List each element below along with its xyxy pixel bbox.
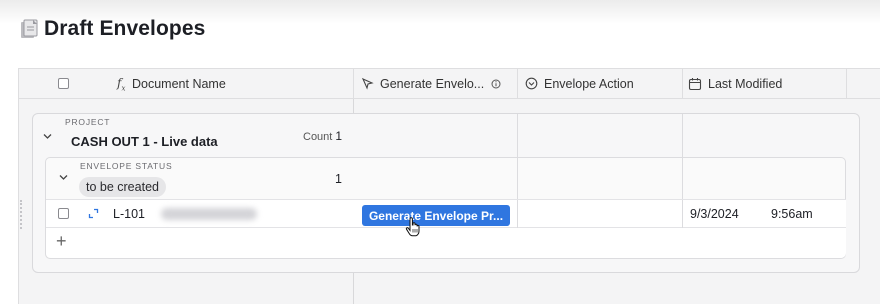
info-icon[interactable] bbox=[491, 79, 501, 89]
page-title: Draft Envelopes bbox=[44, 17, 206, 40]
column-envelope-action[interactable]: Envelope Action bbox=[518, 69, 683, 98]
document-page-icon bbox=[21, 19, 38, 38]
add-row[interactable]: + bbox=[46, 228, 846, 258]
column-document-name[interactable]: fx Document Name bbox=[19, 69, 354, 98]
redacted-text bbox=[161, 208, 257, 220]
column-generate-envelope[interactable]: Generate Envelo... bbox=[354, 69, 518, 98]
hand-pointer-icon bbox=[405, 217, 420, 237]
select-all-checkbox[interactable] bbox=[58, 78, 69, 89]
add-record-icon[interactable]: + bbox=[56, 231, 67, 252]
expand-record-icon[interactable] bbox=[88, 208, 99, 219]
cell-divider bbox=[682, 114, 683, 157]
document-name-cell[interactable]: L-101 bbox=[113, 207, 145, 221]
last-modified-date: 9/3/2024 bbox=[690, 207, 739, 221]
status-badge: to be created bbox=[79, 177, 166, 197]
cell-divider bbox=[517, 114, 518, 157]
count-label: Count bbox=[303, 131, 333, 143]
formula-icon: fx bbox=[117, 76, 126, 93]
group-count: 1 bbox=[335, 172, 342, 186]
group-caption: PROJECT bbox=[65, 117, 111, 127]
cursor-click-icon bbox=[361, 77, 374, 90]
generate-envelope-button[interactable]: Generate Envelope Pr... bbox=[362, 205, 510, 226]
group-count: Count 1 bbox=[303, 129, 342, 143]
group-name: CASH OUT 1 - Live data bbox=[71, 134, 218, 149]
column-last-modified[interactable]: Last Modified bbox=[683, 69, 847, 98]
chevron-down-icon[interactable] bbox=[42, 131, 53, 142]
cell-divider bbox=[682, 200, 683, 229]
count-value: 1 bbox=[335, 129, 343, 143]
row-checkbox[interactable] bbox=[58, 208, 69, 219]
column-label: Document Name bbox=[132, 76, 226, 91]
cell-divider bbox=[682, 158, 683, 199]
cell-divider bbox=[517, 158, 518, 199]
chevron-circle-icon bbox=[525, 77, 538, 90]
calendar-edit-icon bbox=[688, 77, 702, 90]
cell-divider bbox=[517, 200, 518, 229]
column-label: Envelope Action bbox=[544, 76, 634, 91]
column-label: Last Modified bbox=[708, 76, 783, 91]
grid-header: fx Document Name Generate Envelo... Enve… bbox=[19, 69, 880, 99]
last-modified-time: 9:56am bbox=[771, 207, 813, 221]
page-header: Draft Envelopes bbox=[18, 17, 205, 41]
records-grid: fx Document Name Generate Envelo... Enve… bbox=[18, 68, 880, 304]
drag-handle[interactable] bbox=[20, 200, 24, 229]
column-label: Generate Envelo... bbox=[380, 76, 485, 91]
group-caption: ENVELOPE STATUS bbox=[80, 161, 173, 171]
chevron-down-icon[interactable] bbox=[58, 172, 69, 183]
